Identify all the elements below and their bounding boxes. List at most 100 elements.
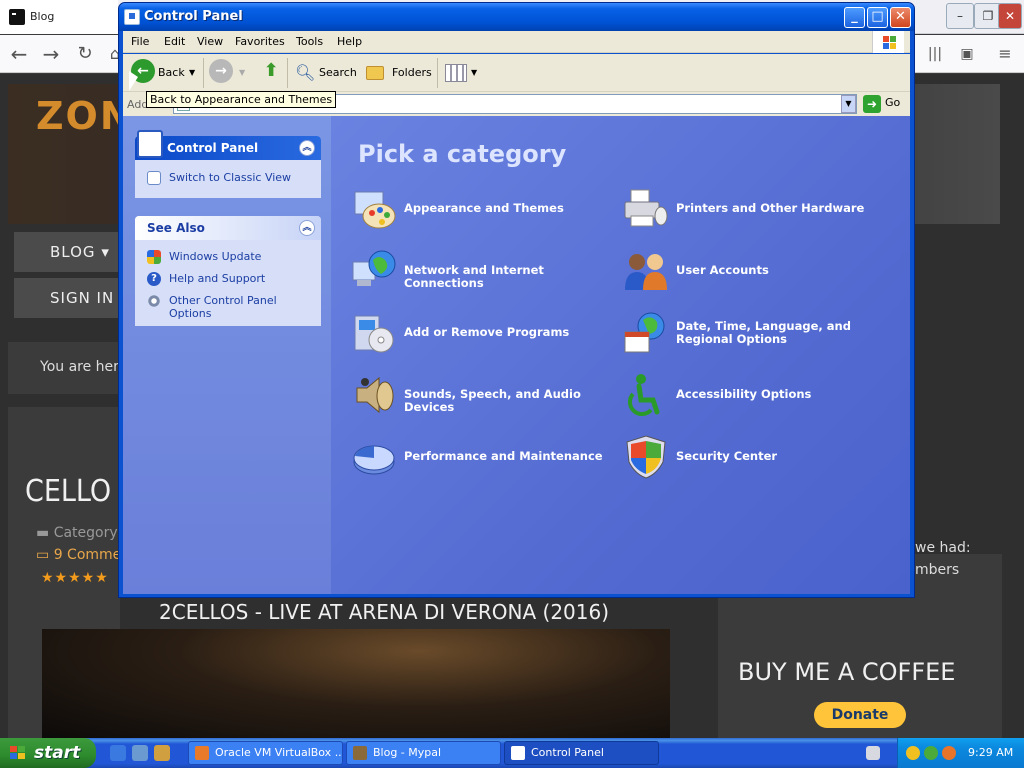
category-user-accounts[interactable]: User Accounts: [623, 248, 893, 298]
donate-button[interactable]: Donate: [814, 702, 906, 728]
browser-menu-icon[interactable]: ≡: [992, 41, 1018, 67]
minimize-button[interactable]: _: [844, 7, 865, 28]
box-quicklaunch-icon[interactable]: [154, 745, 170, 761]
category-label: Appearance and Themes: [404, 201, 564, 215]
browser-back-icon[interactable]: ←: [6, 41, 32, 67]
collapse-icon[interactable]: ︽: [299, 220, 315, 236]
views-icon[interactable]: [445, 64, 467, 82]
task-blog-mypal[interactable]: Blog - Mypal: [346, 741, 501, 765]
up-folder-icon[interactable]: ⬆: [259, 59, 283, 83]
network-tray-icon[interactable]: [924, 746, 938, 760]
sidebar-icon[interactable]: ▣: [954, 41, 980, 67]
windows-flag-icon: [872, 31, 904, 53]
category-label: Network and Internet Connections: [404, 263, 544, 290]
taskbar: start Oracle VM VirtualBox ... Blog - My…: [0, 738, 1024, 768]
ie-quicklaunch-icon[interactable]: [110, 745, 126, 761]
media-quicklaunch-icon[interactable]: [132, 745, 148, 761]
printer-icon: [624, 189, 668, 227]
category-printers-hardware[interactable]: Printers and Other Hardware: [623, 186, 893, 236]
see-also-pane: See Also ︽ Windows Update ? Help and Sup…: [135, 216, 321, 326]
category-appearance-themes[interactable]: Appearance and Themes: [351, 186, 621, 236]
views-dropdown-icon[interactable]: ▼: [471, 58, 477, 88]
menu-tools[interactable]: Tools: [296, 35, 323, 48]
windows-update-icon: [147, 250, 161, 264]
category-sounds-audio[interactable]: Sounds, Speech, and Audio Devices: [351, 372, 621, 422]
back-dropdown-icon[interactable]: ▼: [189, 58, 195, 88]
software-box-icon: [354, 315, 394, 353]
menu-file[interactable]: File: [131, 35, 149, 48]
video-player[interactable]: [42, 629, 670, 739]
browser-reload-icon[interactable]: ↻: [72, 41, 98, 67]
menu-favorites[interactable]: Favorites: [235, 35, 285, 48]
start-button[interactable]: start: [0, 738, 96, 768]
task-control-panel[interactable]: Control Panel: [504, 741, 659, 765]
post-category[interactable]: ▬ Category: [36, 525, 118, 541]
browser-minimize-button[interactable]: –: [946, 3, 974, 29]
category-add-remove-programs[interactable]: Add or Remove Programs: [351, 310, 621, 360]
windows-logo-icon: [10, 746, 25, 759]
forward-dropdown-icon[interactable]: ▼: [239, 58, 245, 88]
rating-stars[interactable]: ★★★★★: [41, 570, 109, 586]
menu-help[interactable]: Help: [337, 35, 362, 48]
control-panel-window: Control Panel _ □ ✕ File Edit View Favor…: [118, 2, 915, 598]
control-panel-pane: Control Panel ︽ Switch to Classic View: [135, 130, 321, 198]
forward-arrow-icon[interactable]: →: [209, 59, 233, 83]
library-icon[interactable]: |||: [922, 41, 948, 67]
back-button[interactable]: Back: [158, 58, 185, 88]
menu-view[interactable]: View: [197, 35, 223, 48]
see-also-header[interactable]: See Also ︽: [135, 216, 321, 240]
browser-tab-title: Blog: [30, 10, 55, 23]
menu-edit[interactable]: Edit: [164, 35, 185, 48]
category-network-internet[interactable]: Network and Internet Connections: [351, 248, 621, 298]
speaker-icon: [356, 376, 394, 414]
security-tray-icon[interactable]: [906, 746, 920, 760]
search-icon[interactable]: 🔍︎: [295, 58, 315, 88]
category-date-time-language[interactable]: Date, Time, Language, and Regional Optio…: [623, 310, 893, 360]
maximize-button[interactable]: □: [867, 7, 888, 28]
clock[interactable]: 9:29 AM: [968, 746, 1013, 759]
mypal-icon: [353, 746, 367, 760]
switch-classic-view-link[interactable]: Switch to Classic View: [135, 160, 321, 186]
mouse-pointer-icon: [129, 71, 138, 91]
post-comments[interactable]: ▭ 9 Comme: [36, 547, 121, 563]
site-favicon-icon: [9, 9, 25, 25]
nav-blog[interactable]: BLOG ▾: [14, 232, 118, 272]
category-accessibility[interactable]: Accessibility Options: [623, 372, 893, 422]
accessibility-icon: [627, 374, 660, 417]
address-dropdown-icon[interactable]: ▼: [841, 95, 856, 113]
browser-tab[interactable]: Blog: [0, 0, 118, 34]
close-button[interactable]: ✕: [890, 7, 911, 28]
go-button[interactable]: ➜ Go: [863, 95, 900, 113]
folders-button[interactable]: Folders: [392, 58, 432, 88]
windows-update-link[interactable]: Windows Update: [135, 240, 321, 265]
window-body: Control Panel ︽ Switch to Classic View S…: [123, 116, 910, 594]
help-support-link[interactable]: ? Help and Support: [135, 265, 321, 287]
category-label: Date, Time, Language, and Regional Optio…: [676, 319, 851, 346]
folders-icon[interactable]: [366, 66, 384, 80]
category-label: Sounds, Speech, and Audio Devices: [404, 387, 581, 414]
collapse-icon[interactable]: ︽: [299, 140, 315, 156]
post-title[interactable]: CELLO: [25, 474, 111, 509]
control-panel-big-icon: [137, 130, 163, 158]
keyboard-icon[interactable]: [866, 746, 880, 760]
category-label: Performance and Maintenance: [404, 449, 603, 463]
control-panel-icon: [124, 9, 140, 25]
menu-bar: File Edit View Favorites Tools Help: [123, 31, 910, 53]
category-performance-maintenance[interactable]: Performance and Maintenance: [351, 434, 621, 484]
users-icon: [625, 254, 667, 290]
control-panel-pane-header[interactable]: Control Panel ︽: [135, 130, 321, 160]
browser-close-button[interactable]: ✕: [998, 3, 1022, 29]
category-security-center[interactable]: Security Center: [623, 434, 893, 484]
task-virtualbox[interactable]: Oracle VM VirtualBox ...: [188, 741, 343, 765]
search-button[interactable]: Search: [319, 58, 357, 88]
nav-sign-in[interactable]: SIGN IN: [14, 278, 118, 318]
other-options-link[interactable]: Other Control Panel Options: [135, 287, 321, 322]
virtualbox-icon: [195, 746, 209, 760]
search-tray-icon[interactable]: [942, 746, 956, 760]
window-title-bar[interactable]: Control Panel _ □ ✕: [119, 3, 914, 31]
toolbar-separator: [287, 58, 288, 88]
control-panel-task-icon: [511, 746, 525, 760]
category-label: User Accounts: [676, 263, 769, 277]
category-label: Accessibility Options: [676, 387, 812, 401]
browser-forward-icon[interactable]: →: [38, 41, 64, 67]
